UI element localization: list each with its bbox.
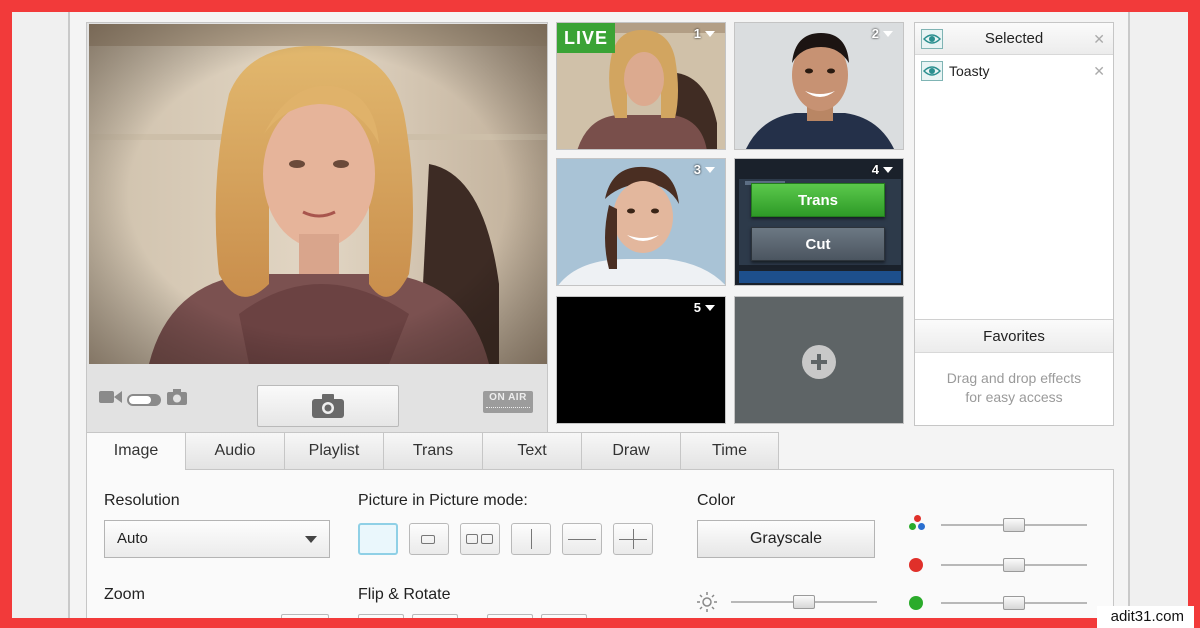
snapshot-button[interactable] <box>257 385 399 427</box>
tab-image[interactable]: Image <box>86 432 185 471</box>
remove-effect-icon[interactable]: ✕ <box>1093 55 1105 87</box>
on-air-indicator: ON AIR <box>483 391 533 413</box>
eye-icon[interactable] <box>921 29 943 49</box>
tab-text[interactable]: Text <box>482 432 581 470</box>
camera-mode-toggle[interactable] <box>127 394 161 406</box>
pip-label: Picture in Picture mode: <box>358 492 528 509</box>
eye-icon[interactable] <box>921 61 943 81</box>
source-4-number: 4 <box>871 162 879 177</box>
favorites-hint-line1: Drag and drop effects <box>946 370 1082 386</box>
resolution-select[interactable]: Auto <box>104 520 330 558</box>
add-source-tile[interactable] <box>734 296 904 424</box>
favorites-hint-line2: for easy access <box>965 389 1063 405</box>
grayscale-button[interactable]: Grayscale <box>697 520 875 558</box>
red-channel-icon <box>909 558 923 572</box>
source-3-thumbnail <box>557 159 725 285</box>
source-4-menu[interactable]: 4 <box>872 162 893 177</box>
source-2-menu[interactable]: 2 <box>872 26 893 41</box>
selected-effect-label: Toasty <box>949 63 990 79</box>
rotate-right-button[interactable] <box>541 614 587 628</box>
zoom-button[interactable] <box>281 614 329 628</box>
favorites-hint: Drag and drop effects for easy access <box>915 369 1113 407</box>
favorites-header: Favorites <box>915 319 1113 353</box>
flip-horizontal-button[interactable] <box>358 614 404 628</box>
plus-icon <box>802 345 836 379</box>
main-preview: ON AIR <box>86 22 548 436</box>
main-video-feed <box>89 24 547 364</box>
flip-vertical-button[interactable] <box>412 614 458 628</box>
pip-mode-vertical-split[interactable] <box>511 523 551 555</box>
tab-audio[interactable]: Audio <box>185 432 284 470</box>
selected-title: Selected <box>984 30 1044 47</box>
on-air-label: ON AIR <box>489 392 527 403</box>
zoom-label: Zoom <box>104 586 145 603</box>
trans-button[interactable]: Trans <box>751 183 885 217</box>
desktop-right <box>1130 10 1188 618</box>
source-3-number: 3 <box>693 162 701 177</box>
settings-tabs: Image Audio Playlist Trans Text Draw Tim… <box>86 432 779 471</box>
chevron-down-icon <box>705 166 715 173</box>
source-tile-1[interactable]: LIVE 1 <box>556 22 726 150</box>
source-2-thumbnail <box>735 23 903 149</box>
source-tile-2[interactable]: 2 <box>734 22 904 150</box>
flip-rotate-label: Flip & Rotate <box>358 586 451 603</box>
pip-mode-two[interactable] <box>460 523 500 555</box>
source-tile-4[interactable]: Trans Cut 4 <box>734 158 904 286</box>
app-window: ON AIR LIVE 1 2 3 Trans Cut 4 5 Selected… <box>70 10 1128 628</box>
brightness-icon <box>697 592 717 616</box>
photo-camera-icon[interactable] <box>167 389 187 409</box>
watermark: adit31.com <box>1096 606 1194 628</box>
pip-mode-horizontal-split[interactable] <box>562 523 602 555</box>
resolution-label: Resolution <box>104 492 180 509</box>
tab-playlist[interactable]: Playlist <box>284 432 383 470</box>
saturation-thumb[interactable] <box>1003 518 1025 532</box>
video-camera-icon[interactable] <box>99 389 123 409</box>
tab-time[interactable]: Time <box>680 432 779 470</box>
close-icon[interactable]: ✕ <box>1093 23 1105 55</box>
source-5-number: 5 <box>693 300 701 315</box>
source-3-menu[interactable]: 3 <box>694 162 715 177</box>
preview-controls: ON AIR <box>87 365 547 435</box>
chevron-down-icon <box>305 536 317 543</box>
red-thumb[interactable] <box>1003 558 1025 572</box>
image-tab-panel: Resolution Auto Zoom Picture in Picture … <box>86 469 1114 628</box>
color-balance-icon <box>909 515 927 533</box>
rotate-left-button[interactable] <box>487 614 533 628</box>
selected-effect-item[interactable]: Toasty ✕ <box>915 55 1113 87</box>
effects-panel: Selected ✕ Toasty ✕ Favorites Drag and d… <box>914 22 1114 426</box>
source-5-menu[interactable]: 5 <box>694 300 715 315</box>
source-2-number: 2 <box>871 26 879 41</box>
tab-trans[interactable]: Trans <box>383 432 482 470</box>
chevron-down-icon <box>883 166 893 173</box>
source-tile-5[interactable]: 5 <box>556 296 726 424</box>
brightness-slider[interactable] <box>731 595 877 609</box>
source-4-thumbnail <box>735 159 903 285</box>
chevron-down-icon <box>705 304 715 311</box>
selected-header: Selected ✕ <box>915 23 1113 55</box>
source-tile-3[interactable]: 3 <box>556 158 726 286</box>
desktop-left <box>12 10 70 618</box>
chevron-down-icon <box>705 30 715 37</box>
brightness-thumb[interactable] <box>793 595 815 609</box>
green-channel-icon <box>909 596 923 610</box>
color-label: Color <box>697 492 736 509</box>
cut-button[interactable]: Cut <box>751 227 885 261</box>
live-badge: LIVE <box>557 23 615 53</box>
chevron-down-icon <box>883 30 893 37</box>
source-1-number: 1 <box>693 26 701 41</box>
tab-draw[interactable]: Draw <box>581 432 680 470</box>
resolution-value: Auto <box>117 530 148 547</box>
pip-mode-off[interactable] <box>358 523 398 555</box>
camera-icon <box>312 394 344 418</box>
pip-mode-small[interactable] <box>409 523 449 555</box>
pip-mode-quad[interactable] <box>613 523 653 555</box>
source-1-menu[interactable]: 1 <box>694 26 715 41</box>
green-thumb[interactable] <box>1003 596 1025 610</box>
saturation-slider[interactable] <box>941 518 1087 532</box>
red-slider[interactable] <box>941 558 1087 572</box>
green-slider[interactable] <box>941 596 1087 610</box>
